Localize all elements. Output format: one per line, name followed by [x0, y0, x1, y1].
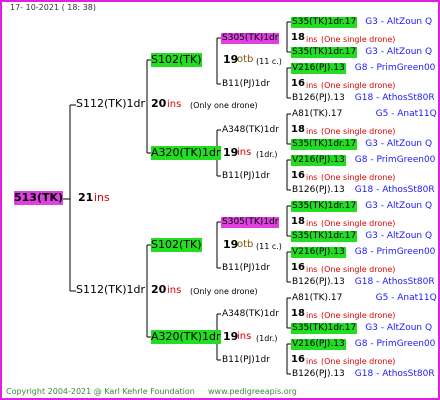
gen4-top-breeder: G8 - PrimGreen00: [354, 63, 436, 73]
gen2-label: S102(TK): [151, 238, 202, 252]
gen4-unit: ins: [306, 265, 318, 274]
gen4-bottom-label: B126(PJ).13: [292, 369, 345, 379]
gen4-bottom-label: B126(PJ).13: [292, 277, 345, 287]
gen3-label: A348(TK)1dr: [222, 309, 279, 319]
gen4-count: 18: [291, 124, 305, 135]
gen4-bottom-label: B126(PJ).13: [292, 93, 345, 103]
gen4-top-label: V216(PJ).13: [291, 339, 346, 350]
gen4-top-breeder: G3 - AltZoun Q: [365, 17, 433, 27]
gen2-note: (1dr.): [256, 334, 278, 343]
copyright-text: Copyright 2004-2021 @ Karl Kehrle Founda…: [6, 387, 195, 396]
gen2-label: A320(TK)1dr: [151, 330, 221, 344]
gen4-note: (One single drone): [321, 173, 396, 182]
gen4-unit: ins: [306, 311, 318, 320]
gen4-bottom-label: S35(TK)1dr.17: [291, 139, 358, 150]
site-link[interactable]: www.pedigreeapis.org: [208, 386, 297, 398]
gen4-note: (One single drone): [321, 265, 396, 274]
gen4-top-label: S35(TK)1dr.17: [291, 17, 358, 28]
gen4-top-label: V216(PJ).13: [291, 155, 346, 166]
gen3-label: S305(TK)1dr: [221, 217, 280, 228]
gen4-bottom-label: S35(TK)1dr.17: [291, 323, 358, 334]
gen4-count: 16: [291, 170, 305, 181]
gen2-unit: otb: [237, 239, 254, 250]
gen4-unit: ins: [306, 35, 318, 44]
gen4-bottom-breeder: G3 - AltZoun Q: [365, 47, 433, 57]
gen4-unit: ins: [306, 357, 318, 366]
gen4-bottom-breeder: G3 - AltZoun Q: [365, 323, 433, 333]
gen2-unit: otb: [237, 54, 254, 65]
gen4-count: 16: [291, 354, 305, 365]
gen4-bottom-label: S35(TK)1dr.17: [291, 47, 358, 58]
gen4-unit: ins: [306, 219, 318, 228]
gen4-unit: ins: [306, 173, 318, 182]
gen4-note: (One single drone): [321, 35, 396, 44]
gen4-top-breeder: G8 - PrimGreen00: [354, 247, 436, 257]
gen1-unit: ins: [167, 285, 182, 296]
gen4-note: (One single drone): [321, 357, 396, 366]
gen3-label: S305(TK)1dr: [221, 33, 280, 44]
gen3-label: B11(PJ)1dr: [222, 355, 270, 365]
gen4-top-label: A81(TK).17: [292, 293, 343, 303]
gen1-note: (Only one drone): [190, 287, 258, 296]
gen4-top-label: V216(PJ).13: [291, 247, 346, 258]
gen1-label: S112(TK)1dr: [76, 283, 145, 296]
gen4-note: (One single drone): [321, 219, 396, 228]
gen4-count: 18: [291, 216, 305, 227]
gen2-note: (11 c.): [256, 242, 282, 251]
gen4-bottom-breeder: G3 - AltZoun Q: [365, 231, 433, 241]
gen3-label: A348(TK)1dr: [222, 125, 279, 135]
gen4-bottom-breeder: G18 - AthosSt80R: [354, 277, 435, 287]
gen4-count: 18: [291, 32, 305, 43]
gen4-top-label: A81(TK).17: [292, 109, 343, 119]
gen4-note: (One single drone): [321, 127, 396, 136]
gen4-top-breeder: G5 - Anat11Q: [375, 109, 437, 119]
gen4-top-breeder: G3 - AltZoun Q: [365, 201, 433, 211]
report-date: 17- 10-2021 ( 18: 38): [10, 3, 96, 12]
gen1-count: 20: [151, 283, 167, 296]
gen2-unit: ins: [237, 147, 252, 158]
root-count: 21: [78, 191, 94, 204]
gen4-count: 16: [291, 262, 305, 273]
gen4-bottom-breeder: G18 - AthosSt80R: [354, 93, 435, 103]
gen4-unit: ins: [306, 81, 318, 90]
gen3-label: B11(PJ)1dr: [222, 263, 270, 273]
gen4-note: (One single drone): [321, 81, 396, 90]
gen4-unit: ins: [306, 127, 318, 136]
gen2-note: (11 c.): [256, 57, 282, 66]
gen1-note: (Only one drone): [190, 101, 258, 110]
gen4-count: 18: [291, 308, 305, 319]
gen2-unit: ins: [237, 331, 252, 342]
gen4-top-breeder: G5 - Anat11Q: [375, 293, 437, 303]
gen4-top-label: S35(TK)1dr.17: [291, 201, 358, 212]
gen1-count: 20: [151, 97, 167, 110]
gen4-bottom-breeder: G18 - AthosSt80R: [354, 185, 435, 195]
gen4-top-breeder: G8 - PrimGreen00: [354, 155, 436, 165]
gen4-top-breeder: G8 - PrimGreen00: [354, 339, 436, 349]
gen3-label: B11(PJ)1dr: [222, 171, 270, 181]
gen4-note: (One single drone): [321, 311, 396, 320]
gen1-unit: ins: [167, 99, 182, 110]
root-queen-label: 513(TK): [14, 191, 64, 205]
gen4-bottom-breeder: G3 - AltZoun Q: [365, 139, 433, 149]
gen4-count: 16: [291, 78, 305, 89]
gen2-note: (1dr.): [256, 150, 278, 159]
gen4-bottom-label: B126(PJ).13: [292, 185, 345, 195]
gen4-top-label: V216(PJ).13: [291, 63, 346, 74]
gen2-label: A320(TK)1dr: [151, 146, 221, 160]
gen4-bottom-breeder: G18 - AthosSt80R: [354, 369, 435, 379]
gen1-label: S112(TK)1dr: [76, 97, 145, 110]
gen2-label: S102(TK): [151, 53, 202, 67]
gen3-label: B11(PJ)1dr: [222, 79, 270, 89]
root-unit: ins: [94, 191, 110, 204]
gen4-bottom-label: S35(TK)1dr.17: [291, 231, 358, 242]
